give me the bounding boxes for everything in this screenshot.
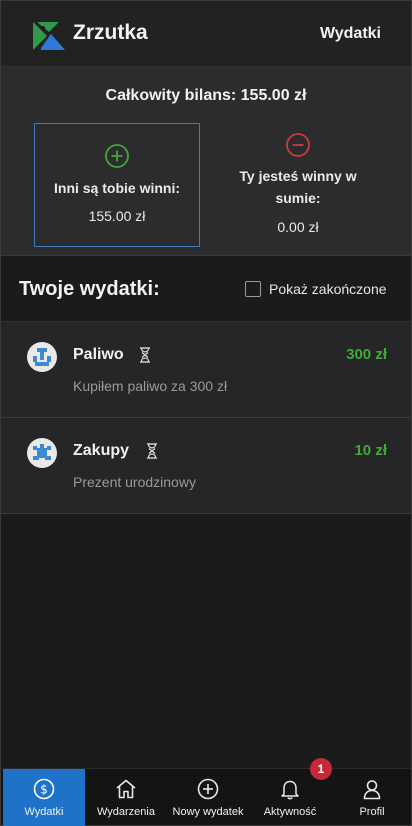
app-logo-icon xyxy=(33,22,65,50)
app-title: Zrzutka xyxy=(73,21,148,44)
expense-name: Paliwo xyxy=(73,346,124,363)
nav-label: Wydarzenia xyxy=(97,806,155,818)
hourglass-icon xyxy=(140,347,150,363)
nav-item-profil[interactable]: Profil xyxy=(331,769,412,826)
balance-summary: Całkowity bilans: 155.00 zł Inni są tobi… xyxy=(1,67,411,256)
nav-label: Profil xyxy=(359,806,385,818)
section-title: Twoje wydatki: xyxy=(19,278,160,300)
dollar-circle-icon: $ xyxy=(33,778,55,800)
you-owe-amount: 0.00 zł xyxy=(277,219,319,235)
you-owe-label: Ty jesteś winny w sumie: xyxy=(239,168,357,206)
plus-circle-icon xyxy=(105,144,129,168)
header-expenses-link[interactable]: Wydatki xyxy=(320,25,381,43)
home-icon xyxy=(116,779,136,799)
expense-amount: 10 zł xyxy=(354,442,387,459)
owed-to-you-label: Inni są tobie winni: xyxy=(54,180,180,196)
minus-circle-icon xyxy=(286,133,310,157)
notification-badge: 1 xyxy=(310,758,332,780)
avatar xyxy=(27,438,57,468)
nav-item-wydarzenia[interactable]: Wydarzenia xyxy=(85,769,167,826)
svg-text:$: $ xyxy=(40,783,48,797)
user-icon xyxy=(363,780,381,800)
expenses-section-header: Twoje wydatki: Pokaż zakończone xyxy=(1,256,411,322)
expense-amount: 300 zł xyxy=(346,346,387,363)
hourglass-icon xyxy=(147,443,157,459)
bottom-nav: $ Wydatki Wydarzenia Nowy wydatek Aktywn… xyxy=(1,768,412,826)
nav-label: Nowy wydatek xyxy=(172,806,244,818)
expense-description: Kupiłem paliwo za 300 zł xyxy=(73,378,228,394)
avatar xyxy=(27,342,57,372)
plus-circle-icon xyxy=(197,778,219,800)
owed-to-you-amount: 155.00 zł xyxy=(88,208,146,224)
bell-icon xyxy=(281,780,299,800)
nav-label: Wydatki xyxy=(24,806,64,818)
app-window: Zrzutka Wydatki Całkowity bilans: 155.00… xyxy=(0,0,412,826)
total-balance: Całkowity bilans: 155.00 zł xyxy=(105,87,307,104)
identicon-icon xyxy=(33,444,51,460)
expense-item[interactable]: Paliwo 300 zł Kupiłem paliwo za 300 zł xyxy=(1,322,411,418)
show-finished-label[interactable]: Pokaż zakończone xyxy=(269,281,387,297)
identicon-icon xyxy=(33,348,51,366)
nav-item-wydatki[interactable]: $ Wydatki xyxy=(3,769,85,826)
you-owe-card[interactable]: Ty jesteś winny w sumie: 0.00 zł xyxy=(215,123,381,247)
nav-label: Aktywność xyxy=(263,806,317,818)
expense-description: Prezent urodzinowy xyxy=(73,474,196,490)
owed-to-you-card[interactable]: Inni są tobie winni: 155.00 zł xyxy=(34,123,200,247)
expense-item[interactable]: Zakupy 10 zł Prezent urodzinowy xyxy=(1,418,411,514)
expense-name: Zakupy xyxy=(73,442,130,459)
nav-item-nowy-wydatek[interactable]: Nowy wydatek xyxy=(167,769,249,826)
show-finished-checkbox[interactable] xyxy=(245,281,261,297)
app-header: Zrzutka Wydatki xyxy=(1,1,411,67)
